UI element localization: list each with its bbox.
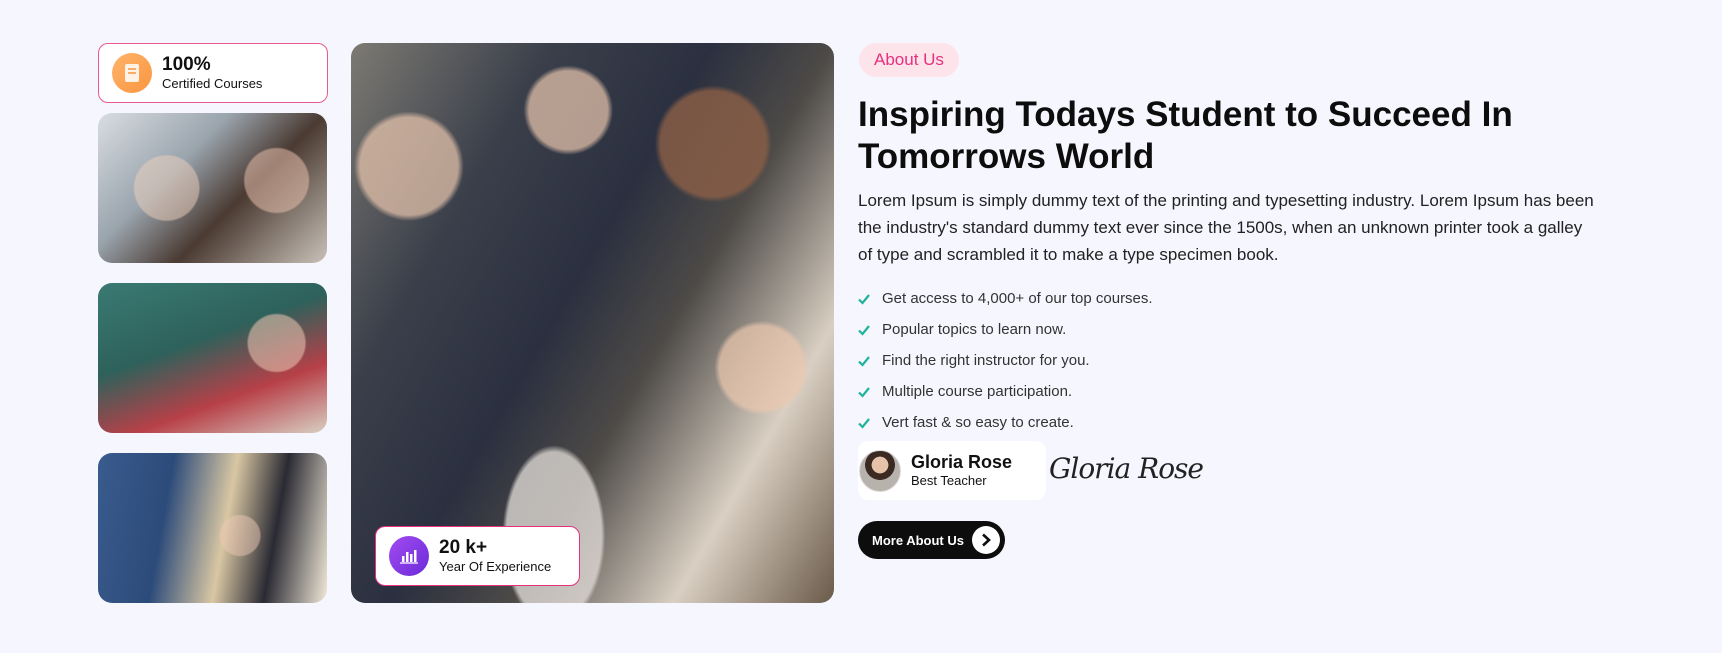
feature-text: Get access to 4,000+ of our top courses. xyxy=(882,290,1153,307)
feature-item: Vert fast & so easy to create. xyxy=(858,407,1153,438)
feature-text: Multiple course participation. xyxy=(882,383,1073,400)
feature-text: Popular topics to learn now. xyxy=(882,321,1067,338)
book-icon xyxy=(112,53,152,93)
check-icon xyxy=(858,417,870,429)
feature-item: Find the right instructor for you. xyxy=(858,345,1153,376)
check-icon xyxy=(858,355,870,367)
students-classroom-photo xyxy=(98,113,327,263)
feature-text: Vert fast & so easy to create. xyxy=(882,414,1074,431)
feature-item: Multiple course participation. xyxy=(858,376,1153,407)
chevron-right-icon xyxy=(972,526,1000,554)
author-name: Gloria Rose xyxy=(911,451,1013,472)
about-description: Lorem Ipsum is simply dummy text of the … xyxy=(858,191,1594,264)
team-meeting-photo xyxy=(351,43,834,603)
experience-value: 20 k+ xyxy=(439,537,488,558)
feature-item: Popular topics to learn now. xyxy=(858,314,1153,345)
certified-label: Certified Courses xyxy=(162,76,263,91)
page-title: Inspiring Todays Student to Succeed In T… xyxy=(858,95,1513,176)
check-icon xyxy=(858,324,870,336)
student-studying-photo xyxy=(98,453,327,603)
avatar xyxy=(859,449,901,492)
check-icon xyxy=(858,386,870,398)
student-smiling-photo xyxy=(98,283,327,433)
experience-card: 20 k+ Year Of Experience xyxy=(375,526,580,586)
feature-text: Find the right instructor for you. xyxy=(882,352,1090,369)
experience-label: Year Of Experience xyxy=(439,559,552,574)
feature-item: Get access to 4,000+ of our top courses. xyxy=(858,283,1153,314)
more-about-us-button[interactable]: More About Us xyxy=(858,521,1005,559)
chart-icon xyxy=(389,536,429,576)
author-role: Best Teacher xyxy=(911,472,987,488)
certified-value: 100% xyxy=(162,54,211,75)
feature-list: Get access to 4,000+ of our top courses.… xyxy=(858,283,1153,438)
about-us-tag: About Us xyxy=(859,43,959,77)
author-card: Gloria Rose Best Teacher xyxy=(858,441,1046,500)
certified-courses-card: 100% Certified Courses xyxy=(98,43,328,103)
more-about-us-label: More About Us xyxy=(872,532,964,548)
check-icon xyxy=(858,293,870,305)
author-signature: Gloria Rose xyxy=(1049,452,1204,485)
